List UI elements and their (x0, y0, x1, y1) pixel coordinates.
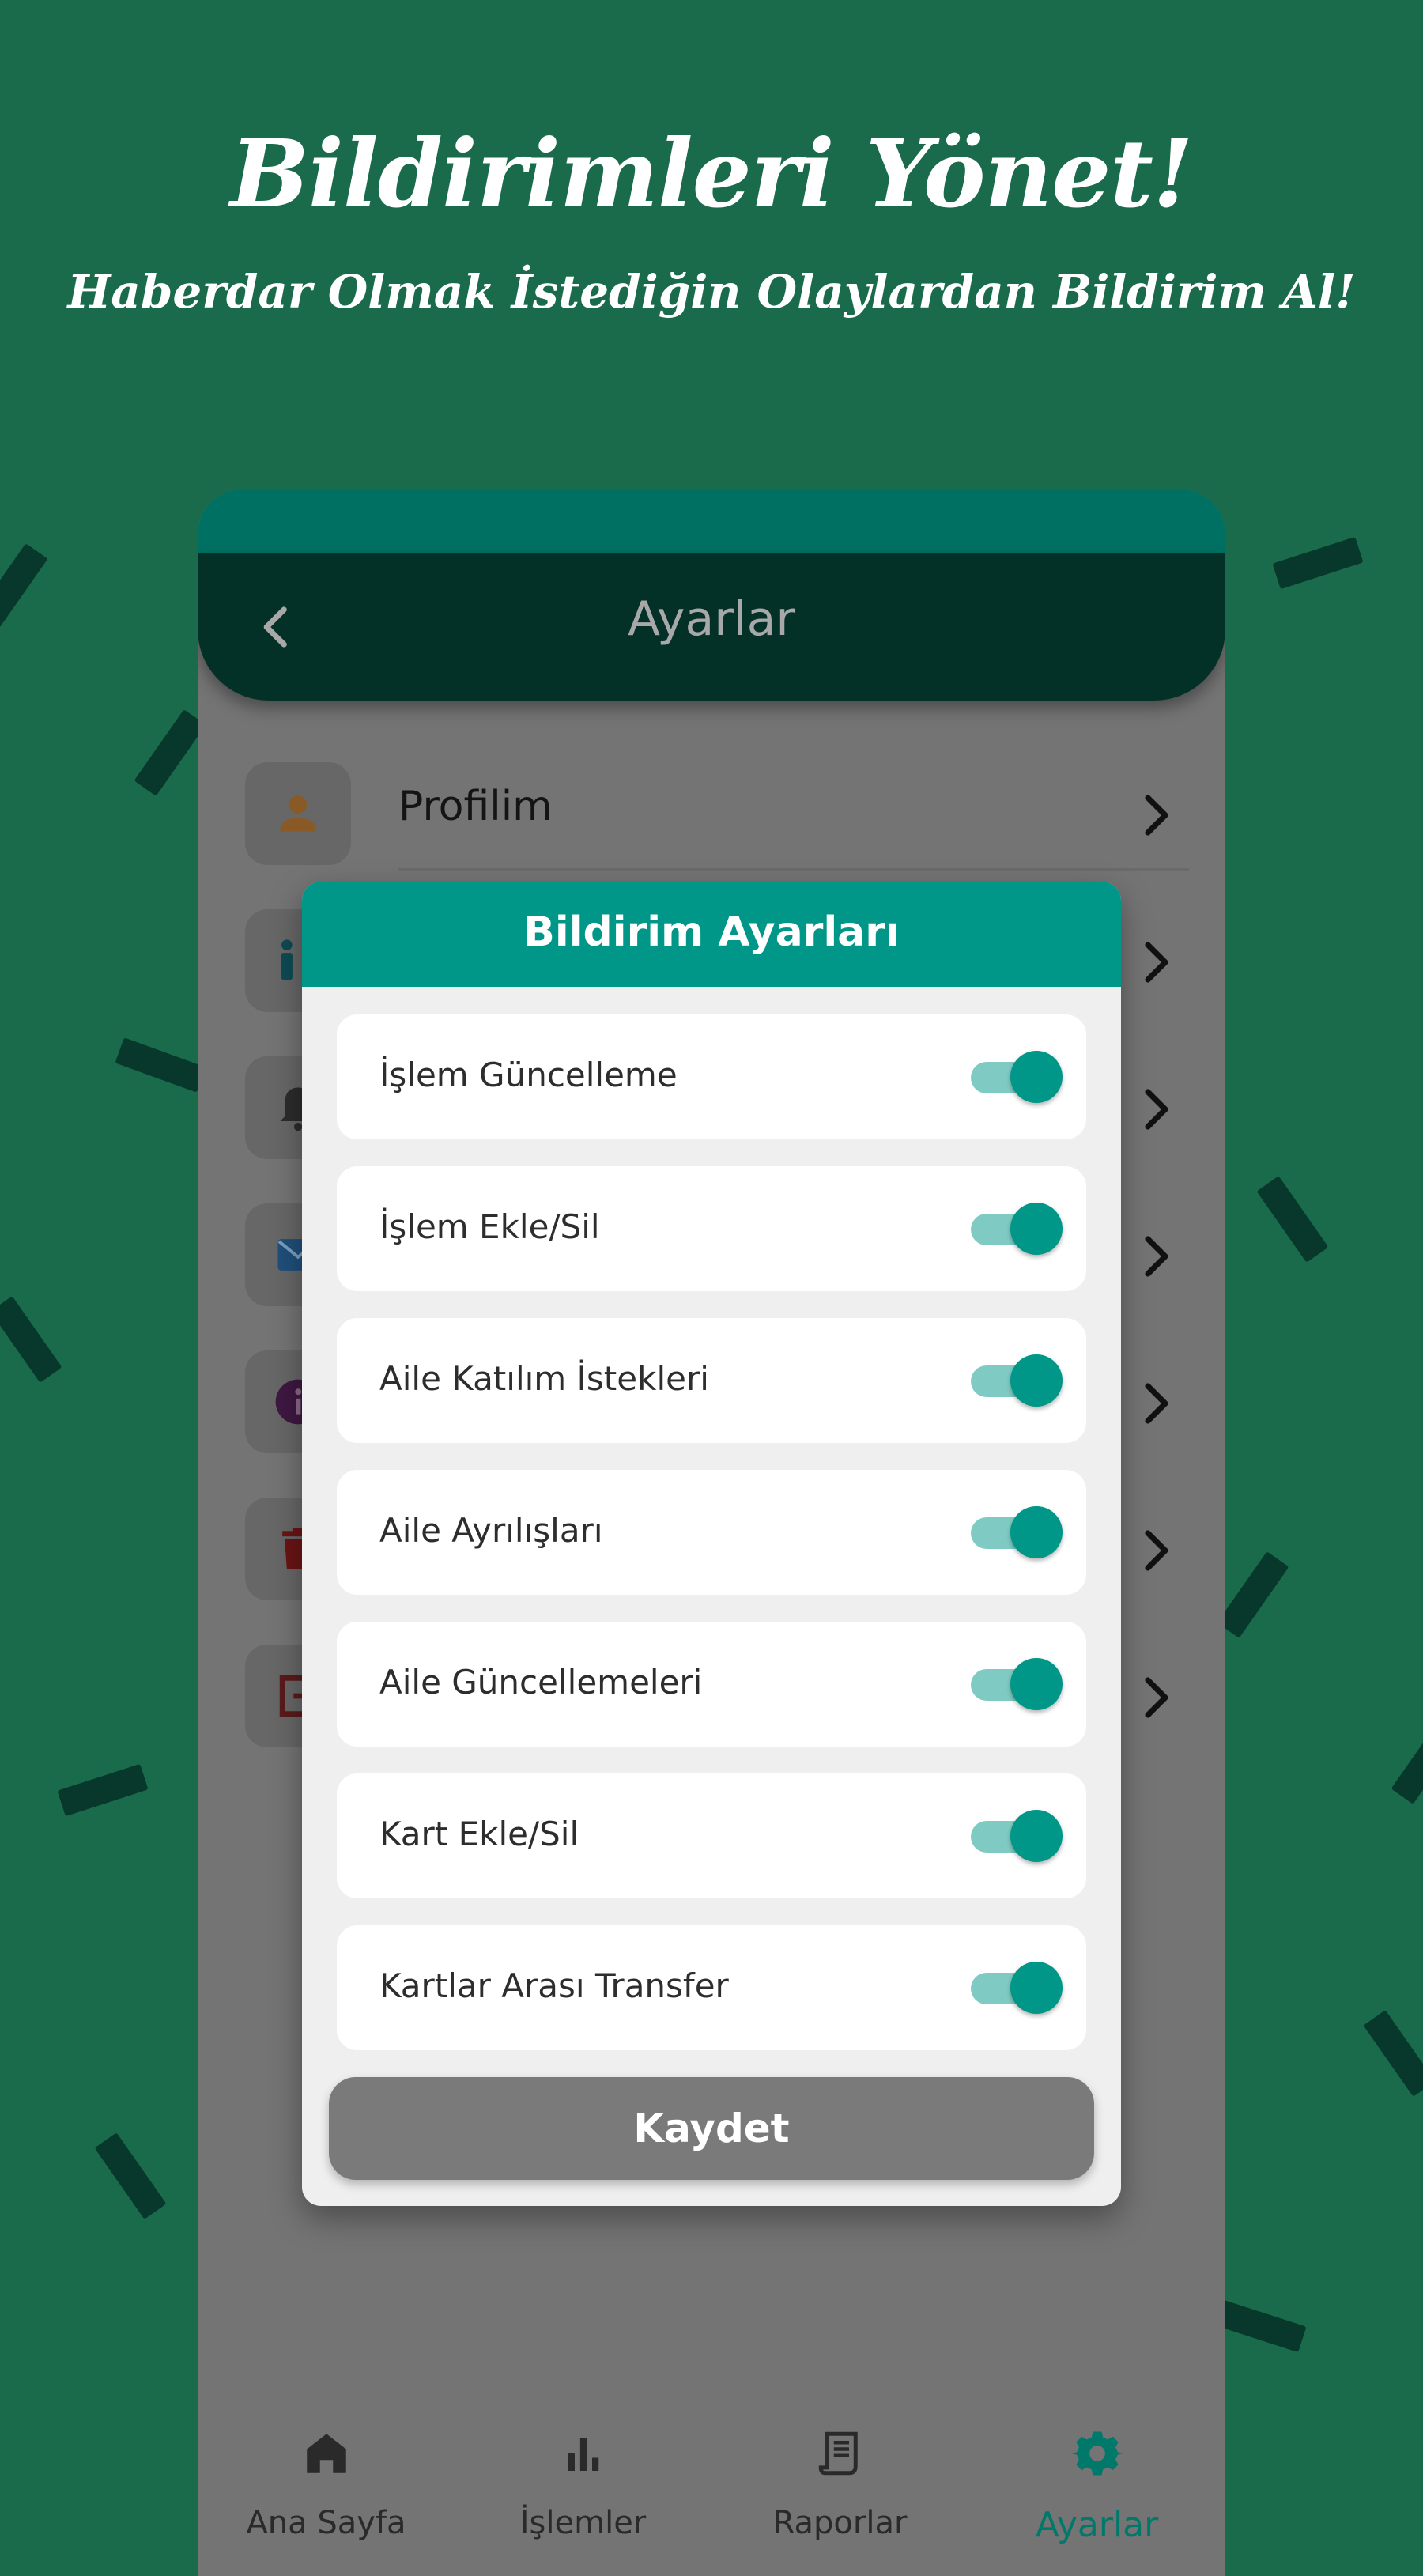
toggle-switch[interactable] (968, 1962, 1066, 2014)
receipt-icon (818, 2431, 858, 2476)
bottom-navigation: Ana Sayfa İşlemler Raporlar Ayarlar (198, 2400, 1225, 2576)
setting-label: Aile Ayrılışları (379, 1511, 603, 1550)
confetti-decoration (134, 709, 206, 796)
bar-chart-icon (568, 2438, 599, 2471)
chevron-right-icon (1145, 1089, 1168, 1130)
person-icon (280, 795, 316, 832)
toggle-switch[interactable] (968, 1203, 1066, 1255)
toggle-thumb (1010, 1658, 1063, 1710)
setting-row: Aile Güncellemeleri (337, 1622, 1086, 1747)
nav-item-transactions[interactable]: İşlemler (455, 2400, 712, 2576)
dialog-header: Bildirim Ayarları (302, 882, 1121, 987)
menu-item-profile[interactable]: Profilim (198, 740, 1225, 887)
nav-item-settings[interactable]: Ayarlar (968, 2400, 1225, 2576)
setting-row: Kartlar Arası Transfer (337, 1925, 1086, 2050)
notification-settings-dialog: Bildirim Ayarları İşlem Güncelleme İşlem… (302, 882, 1121, 2206)
confetti-decoration (94, 2132, 167, 2219)
menu-icon-box (245, 762, 351, 865)
chevron-right-icon (1145, 1677, 1168, 1718)
toggle-switch[interactable] (968, 1506, 1066, 1558)
chevron-right-icon (1145, 1383, 1168, 1424)
setting-label: Kart Ekle/Sil (379, 1815, 579, 1853)
confetti-decoration (0, 543, 48, 630)
toggle-thumb (1010, 1810, 1063, 1862)
toggle-switch[interactable] (968, 1051, 1066, 1103)
dialog-title: Bildirim Ayarları (523, 908, 900, 956)
setting-label: Kartlar Arası Transfer (379, 1966, 729, 2005)
toggle-switch[interactable] (968, 1658, 1066, 1710)
app-bar: Ayarlar (198, 553, 1225, 701)
hero-title: Bildirimleri Yönet! (230, 119, 1193, 229)
chevron-right-icon (1145, 1530, 1168, 1571)
toggle-thumb (1010, 1506, 1063, 1558)
setting-row: İşlem Güncelleme (337, 1014, 1086, 1139)
confetti-decoration (1256, 1176, 1329, 1263)
confetti-decoration (1391, 1717, 1423, 1804)
save-button[interactable]: Kaydet (329, 2077, 1094, 2180)
setting-label: Aile Katılım İstekleri (379, 1359, 709, 1398)
setting-row: Kart Ekle/Sil (337, 1773, 1086, 1898)
setting-row: Aile Katılım İstekleri (337, 1318, 1086, 1443)
setting-row: Aile Ayrılışları (337, 1470, 1086, 1595)
home-icon (307, 2434, 346, 2473)
gear-icon (1071, 2431, 1123, 2476)
toggle-thumb (1010, 1962, 1063, 2014)
confetti-decoration (57, 1763, 149, 1817)
toggle-thumb (1010, 1203, 1063, 1255)
setting-row: İşlem Ekle/Sil (337, 1166, 1086, 1291)
status-bar (198, 489, 1225, 553)
confetti-decoration (1217, 1551, 1289, 1638)
toggle-switch[interactable] (968, 1354, 1066, 1407)
menu-item-label: Profilim (398, 783, 553, 830)
confetti-decoration (1215, 2299, 1307, 2353)
confetti-decoration (1363, 2010, 1423, 2097)
nav-item-reports[interactable]: Raporlar (712, 2400, 968, 2576)
setting-label: Aile Güncellemeleri (379, 1663, 703, 1702)
page-title: Ayarlar (627, 591, 796, 647)
hero-subtitle: Haberdar Olmak İstediğin Olaylardan Bild… (67, 265, 1356, 319)
confetti-decoration (1272, 536, 1364, 590)
setting-label: İşlem Ekle/Sil (379, 1207, 600, 1246)
nav-item-label: İşlemler (519, 2505, 647, 2541)
setting-label: İşlem Güncelleme (379, 1056, 678, 1094)
nav-item-label: Ana Sayfa (246, 2505, 406, 2541)
confetti-decoration (115, 1037, 206, 1093)
nav-item-label: Ayarlar (1035, 2505, 1159, 2545)
confetti-decoration (0, 1296, 62, 1383)
nav-item-home[interactable]: Ana Sayfa (198, 2400, 455, 2576)
chevron-right-icon (1145, 795, 1168, 836)
toggle-thumb (1010, 1051, 1063, 1103)
divider (398, 868, 1189, 871)
nav-item-label: Raporlar (772, 2505, 908, 2541)
toggle-thumb (1010, 1354, 1063, 1407)
chevron-right-icon (1145, 1236, 1168, 1277)
toggle-switch[interactable] (968, 1810, 1066, 1862)
chevron-right-icon (1145, 942, 1168, 983)
